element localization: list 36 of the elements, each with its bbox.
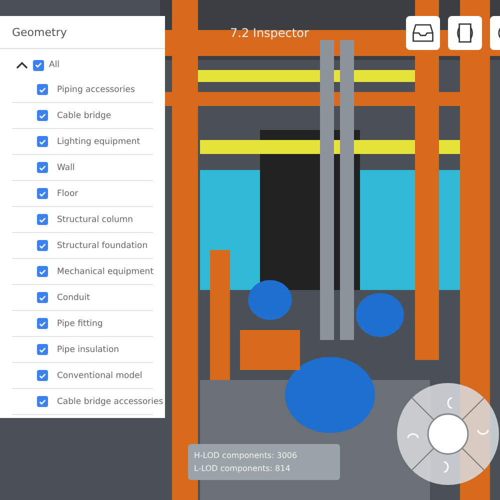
checkbox[interactable] [37,292,48,303]
item-label: Piping accessories [57,84,135,94]
item-label: Pipe fitting [57,318,103,328]
checkbox[interactable] [37,136,48,147]
checkbox[interactable] [37,344,48,355]
frame-view-button[interactable] [448,16,482,50]
item-label: Lighting equipment [57,136,140,146]
item-label: Conventional model [57,370,142,380]
checkbox[interactable] [37,266,48,277]
item-label: Structural column [57,214,134,224]
item-label: Mechanical equipment [57,266,154,276]
checkbox[interactable] [37,214,48,225]
checkbox[interactable] [37,318,48,329]
tray-view-button[interactable] [406,16,440,50]
panel-title: Geometry [0,16,165,49]
checkbox[interactable] [37,188,48,199]
checkbox[interactable] [37,110,48,121]
item-label: Floor [57,188,78,198]
checkbox[interactable] [37,396,48,407]
checkbox[interactable] [37,84,48,95]
item-label: Wall [57,162,75,172]
navigation-wheel[interactable] [396,382,500,486]
checkbox[interactable] [37,162,48,173]
stat-text: H-LOD components: 3006 [194,450,298,462]
checkbox[interactable] [33,60,44,70]
item-label: Cable bridge accessories [57,396,164,406]
collapse-caret-icon[interactable] [16,61,28,69]
item-label: All [49,60,60,70]
item-label: Cable bridge [57,110,112,120]
stat-text: L-LOD components: 814 [194,463,292,475]
item-label: Conduit [57,292,90,302]
item-label: Pipe insulation [57,344,120,354]
checkbox[interactable] [37,370,48,381]
viewer-title: 7.2 Inspector [230,26,309,40]
item-label: Structural foundation [57,240,148,250]
checkbox[interactable] [37,240,48,251]
